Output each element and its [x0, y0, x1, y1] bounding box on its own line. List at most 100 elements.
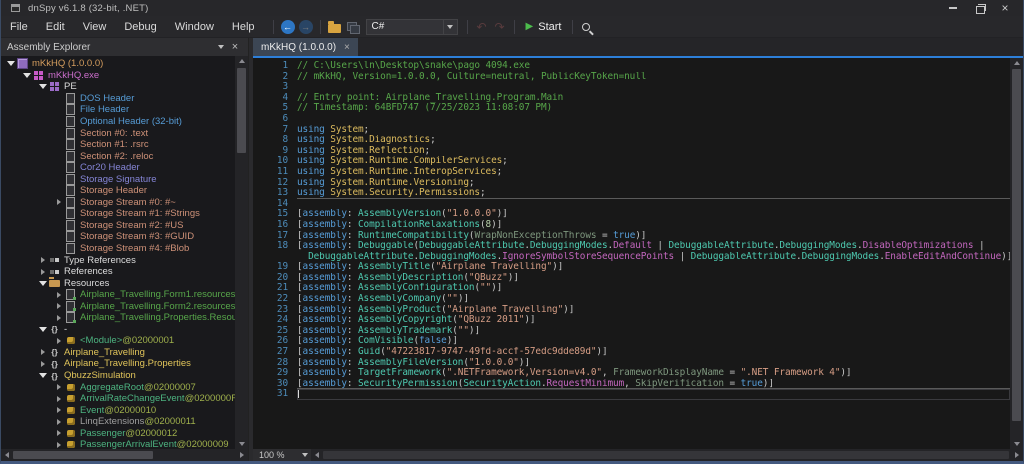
collapse-arrow-icon[interactable]: [37, 327, 48, 332]
tree-node[interactable]: AggregateRoot @02000007: [1, 381, 235, 393]
minimize-icon[interactable]: [947, 3, 959, 13]
expand-arrow-icon[interactable]: [53, 419, 64, 425]
expand-arrow-icon[interactable]: [37, 361, 48, 367]
tree-node[interactable]: Airplane_Travelling.Form1.resources: [1, 289, 235, 301]
scroll-left-icon[interactable]: [1, 449, 13, 461]
menu-file[interactable]: File: [1, 16, 37, 37]
redo-icon[interactable]: ↷: [491, 18, 509, 36]
menu-help[interactable]: Help: [223, 16, 264, 37]
tree-node[interactable]: Section #0: .text: [1, 127, 235, 139]
expand-arrow-icon[interactable]: [53, 384, 64, 390]
tree-node[interactable]: Passenger @02000012: [1, 428, 235, 440]
scroll-right-icon[interactable]: [236, 449, 248, 461]
tree-node[interactable]: mKkHQ.exe: [1, 70, 235, 82]
tree-node[interactable]: Airplane_Travelling: [1, 347, 235, 359]
close-icon[interactable]: [999, 3, 1011, 13]
expand-arrow-icon[interactable]: [53, 396, 64, 402]
menu-edit[interactable]: Edit: [37, 16, 74, 37]
scroll-down-icon[interactable]: [1010, 439, 1023, 449]
start-debug-button[interactable]: ▶ Start: [520, 21, 568, 33]
expand-arrow-icon[interactable]: [37, 349, 48, 355]
tree-node[interactable]: ArrivalRateChangeEvent @0200000F: [1, 393, 235, 405]
tree-node[interactable]: References: [1, 266, 235, 278]
tree-node[interactable]: -: [1, 324, 235, 336]
search-icon[interactable]: [578, 18, 596, 36]
tree-node[interactable]: Cor20 Header: [1, 162, 235, 174]
tree-node[interactable]: Airplane_Travelling.Form2.resources: [1, 300, 235, 312]
expand-arrow-icon[interactable]: [53, 442, 64, 448]
tree-node[interactable]: mKkHQ (1.0.0.0): [1, 58, 235, 70]
tree-node[interactable]: Storage Stream #1: #Strings: [1, 208, 235, 220]
explorer-horizontal-scrollbar[interactable]: [1, 449, 248, 461]
tree-node[interactable]: Airplane_Travelling.Properties.Resources…: [1, 312, 235, 324]
tree-node[interactable]: Section #2: .reloc: [1, 150, 235, 162]
tree-node[interactable]: Storage Stream #2: #US: [1, 220, 235, 232]
scrollbar-thumb[interactable]: [1012, 69, 1021, 421]
tree-node[interactable]: DOS Header: [1, 93, 235, 105]
tree-node[interactable]: Resources: [1, 277, 235, 289]
scroll-up-icon[interactable]: [1010, 58, 1023, 68]
collapse-arrow-icon[interactable]: [37, 84, 48, 89]
collapse-arrow-icon[interactable]: [37, 373, 48, 378]
language-select[interactable]: C#: [366, 19, 458, 35]
expand-arrow-icon[interactable]: [53, 199, 64, 205]
navigate-back-icon[interactable]: ←: [279, 18, 297, 36]
expand-arrow-icon[interactable]: [53, 315, 64, 321]
collapse-arrow-icon[interactable]: [37, 281, 48, 286]
undo-icon[interactable]: ↶: [473, 18, 491, 36]
tree-node[interactable]: LinqExtensions @02000011: [1, 416, 235, 428]
tree-node[interactable]: PassengerArrivalEvent @02000009: [1, 439, 235, 449]
menu-debug[interactable]: Debug: [115, 16, 165, 37]
tree-node[interactable]: Section #1: .rsrc: [1, 139, 235, 151]
explorer-vertical-scrollbar[interactable]: [235, 56, 248, 449]
collapse-arrow-icon[interactable]: [5, 61, 16, 66]
expand-arrow-icon[interactable]: [37, 257, 48, 263]
expand-arrow-icon[interactable]: [53, 338, 64, 344]
tree-node[interactable]: <Module> @02000001: [1, 335, 235, 347]
tree-node[interactable]: PE: [1, 81, 235, 93]
panel-close-icon[interactable]: ×: [228, 40, 242, 54]
scrollbar-thumb[interactable]: [13, 451, 153, 459]
editor-vertical-scrollbar[interactable]: [1010, 58, 1023, 449]
tree-node[interactable]: QbuzzSimulation: [1, 370, 235, 382]
panel-menu-icon[interactable]: [214, 40, 228, 54]
tab-mkkhq[interactable]: mKkHQ (1.0.0.0) ×: [253, 38, 358, 56]
expand-arrow-icon[interactable]: [53, 292, 64, 298]
open-file-icon[interactable]: [326, 18, 344, 36]
scroll-right-icon[interactable]: [1011, 449, 1023, 461]
restore-icon[interactable]: [973, 3, 985, 13]
expand-arrow-icon[interactable]: [53, 303, 64, 309]
code-editor[interactable]: 1// C:\Users\ln\Desktop\snake\pago 4094.…: [253, 58, 1010, 449]
menu-window[interactable]: Window: [166, 16, 223, 37]
scrollbar-thumb[interactable]: [323, 451, 1009, 459]
scroll-left-icon[interactable]: [311, 449, 323, 461]
code-line-text: [assembly: AssemblyConfiguration("")]: [297, 283, 1010, 294]
tree-node[interactable]: Storage Stream #4: #Blob: [1, 243, 235, 255]
tree-node[interactable]: File Header: [1, 104, 235, 116]
expand-arrow-icon[interactable]: [53, 407, 64, 413]
tree-node[interactable]: Storage Header: [1, 185, 235, 197]
navigate-forward-icon[interactable]: →: [297, 18, 315, 36]
tree-node[interactable]: Storage Signature: [1, 173, 235, 185]
tree-node[interactable]: Airplane_Travelling.Properties: [1, 358, 235, 370]
toolbar-separator: [514, 20, 515, 34]
tab-close-icon[interactable]: ×: [344, 42, 350, 53]
editor-horizontal-scrollbar[interactable]: [311, 449, 1023, 461]
expand-arrow-icon[interactable]: [53, 430, 64, 436]
chevron-down-icon[interactable]: [443, 20, 457, 34]
tree-node[interactable]: Event @02000010: [1, 404, 235, 416]
save-all-icon[interactable]: [344, 18, 362, 36]
expand-arrow-icon[interactable]: [37, 269, 48, 275]
tree-node[interactable]: Optional Header (32-bit): [1, 116, 235, 128]
menu-view[interactable]: View: [74, 16, 116, 37]
tree-node[interactable]: Storage Stream #3: #GUID: [1, 231, 235, 243]
assembly-tree[interactable]: mKkHQ (1.0.0.0)mKkHQ.exePEDOS HeaderFile…: [1, 56, 235, 449]
scroll-up-icon[interactable]: [235, 56, 248, 66]
scroll-down-icon[interactable]: [235, 439, 248, 449]
zoom-level-select[interactable]: 100 %: [253, 449, 311, 461]
tree-node[interactable]: Type References: [1, 254, 235, 266]
chevron-down-icon[interactable]: [299, 453, 311, 457]
tree-node[interactable]: Storage Stream #0: #~: [1, 197, 235, 209]
scrollbar-thumb[interactable]: [237, 68, 246, 153]
collapse-arrow-icon[interactable]: [21, 73, 32, 78]
